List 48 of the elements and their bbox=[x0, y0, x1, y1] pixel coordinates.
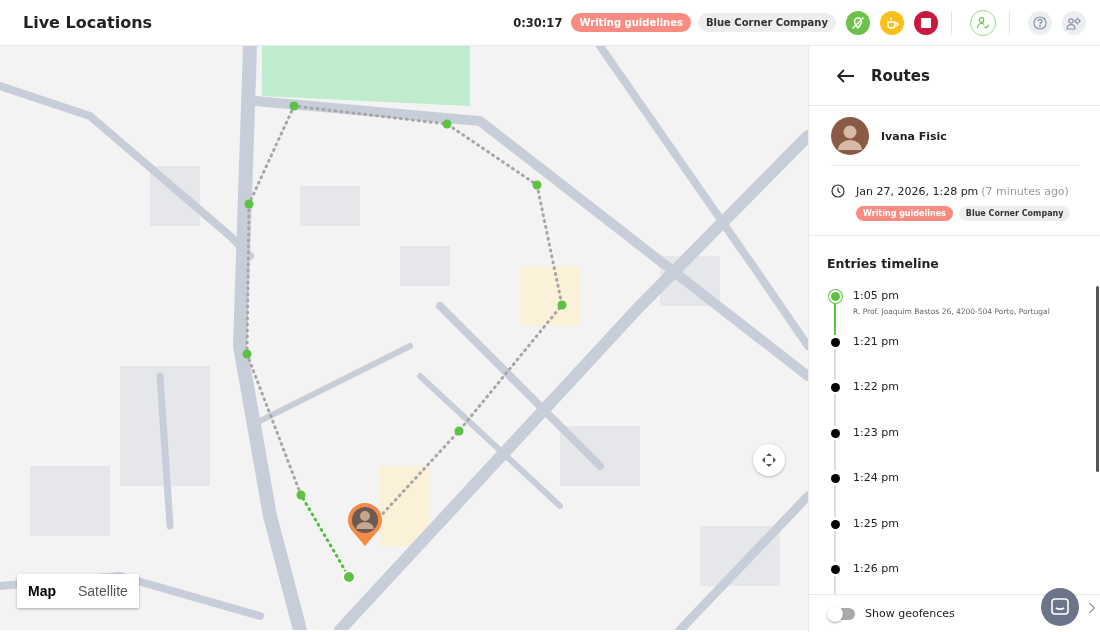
timeline-dot[interactable] bbox=[830, 565, 840, 574]
entry-time: 1:22 pm bbox=[853, 380, 899, 393]
entry-time: 1:26 pm bbox=[853, 562, 899, 575]
user-check-icon bbox=[976, 15, 990, 30]
chat-icon bbox=[1050, 597, 1070, 617]
entry-time: 1:05 pm bbox=[853, 289, 900, 302]
relative-time: (7 minutes ago) bbox=[981, 184, 1069, 198]
location-off-icon bbox=[851, 15, 865, 30]
help-button[interactable] bbox=[1028, 10, 1052, 35]
tag: Writing guidelines bbox=[571, 13, 691, 32]
help-icon bbox=[1033, 15, 1047, 30]
back-arrow-icon bbox=[837, 68, 855, 83]
stop-icon bbox=[921, 17, 931, 28]
section-title: Entries timeline bbox=[827, 256, 940, 271]
stop-button[interactable] bbox=[914, 10, 938, 35]
map-type-tab[interactable]: Map bbox=[17, 574, 67, 608]
timeline-dot[interactable] bbox=[830, 292, 840, 301]
timer: 0:30:17 bbox=[513, 15, 563, 30]
chat-button[interactable] bbox=[1041, 588, 1079, 626]
timeline-dot[interactable] bbox=[830, 519, 840, 529]
user-settings-button[interactable] bbox=[1062, 10, 1086, 35]
location-pin[interactable] bbox=[346, 501, 384, 547]
geofence-switch[interactable] bbox=[829, 607, 855, 620]
user-check-button[interactable] bbox=[970, 9, 996, 36]
tag: Blue Corner Company bbox=[697, 13, 836, 32]
back-button[interactable] bbox=[835, 66, 857, 85]
page-title: Live Locations bbox=[23, 13, 153, 32]
coffee-cup-icon bbox=[885, 15, 899, 30]
tag: Writing guidelines bbox=[856, 206, 953, 221]
date-time: Jan 27, 2026, 1:28 pm bbox=[856, 184, 979, 198]
fullscreen-icon bbox=[761, 452, 777, 468]
user-settings-icon bbox=[1066, 15, 1082, 30]
timeline-dot[interactable] bbox=[830, 428, 840, 438]
avatar bbox=[831, 117, 869, 155]
entry-time: 1:24 pm bbox=[853, 471, 899, 484]
timeline-dot[interactable] bbox=[830, 337, 840, 347]
chevron-right-icon bbox=[1088, 602, 1096, 614]
user-name: Ivana Fisic bbox=[881, 129, 947, 143]
entry-time: 1:23 pm bbox=[853, 425, 899, 439]
panel-title: Routes bbox=[871, 66, 930, 85]
tag: Blue Corner Company bbox=[958, 206, 1071, 221]
timeline-dot[interactable] bbox=[830, 474, 840, 483]
switch-label: Show geofences bbox=[865, 607, 955, 620]
timeline-dot[interactable] bbox=[830, 383, 840, 392]
entry-time: 1:21 pm bbox=[853, 334, 899, 348]
entry-time: 1:25 pm bbox=[853, 516, 899, 530]
map-type-tab[interactable]: Satellite bbox=[67, 574, 139, 608]
clock-icon bbox=[831, 184, 845, 198]
